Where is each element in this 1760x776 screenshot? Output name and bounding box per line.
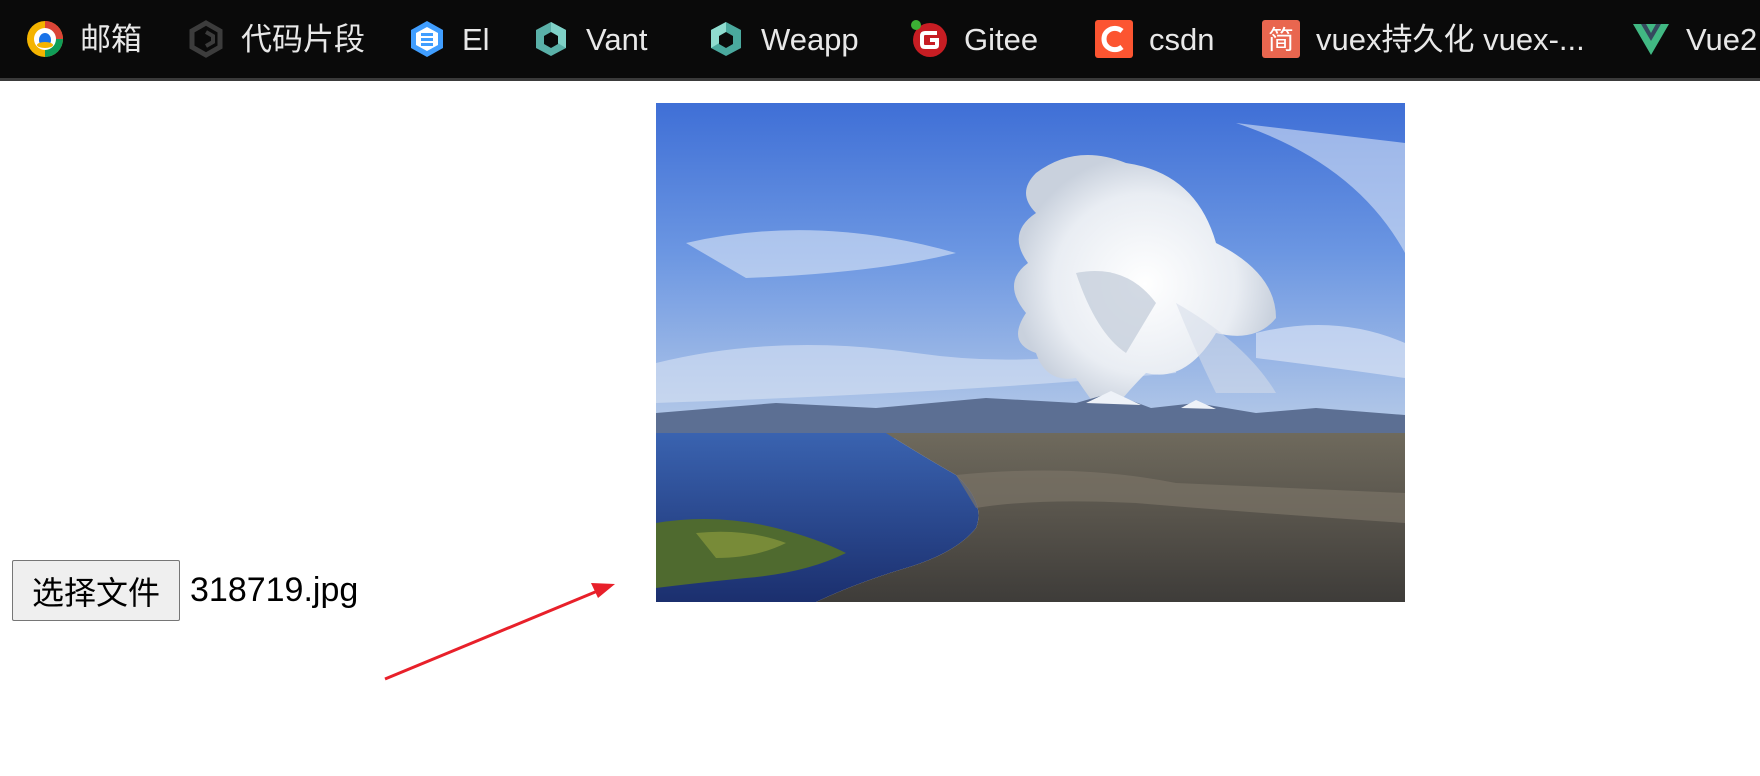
bookmark-vuex-persist[interactable]: 简 vuex持久化 vuex-... [1262, 0, 1585, 78]
vue-icon [1633, 24, 1669, 55]
bookmark-vant[interactable]: Vant [532, 0, 647, 78]
bookmark-gitee[interactable]: Gitee [910, 0, 1038, 78]
bookmark-label: Gitee [964, 21, 1039, 57]
code-snippet-icon [189, 20, 223, 58]
choose-file-button[interactable]: 选择文件 [12, 560, 181, 621]
bookmark-mail[interactable]: 邮箱 [26, 0, 142, 78]
page-content: 选择文件 318719.jpg [0, 81, 1760, 776]
arrow-head [591, 583, 615, 598]
bookmark-label: Weapp [761, 21, 859, 57]
bookmark-label: csdn [1149, 21, 1215, 57]
bookmark-label: El [462, 21, 490, 57]
file-input[interactable]: 选择文件 318719.jpg [12, 560, 358, 621]
bookmark-label: Vant [586, 21, 648, 57]
bookmark-label: 代码片段 [241, 21, 365, 57]
svg-text:简: 简 [1268, 26, 1294, 56]
bookmark-weapp[interactable]: Weapp [707, 0, 859, 78]
selected-file-name: 318719.jpg [190, 571, 359, 609]
bookmark-csdn[interactable]: csdn [1095, 0, 1214, 78]
gitee-icon [911, 20, 947, 57]
jianshu-icon: 简 [1262, 20, 1300, 58]
arrow-shaft [384, 588, 601, 681]
bookmark-label: Vue2 [1686, 21, 1758, 57]
image-preview [656, 103, 1405, 602]
bookmark-vue2[interactable]: Vue2 [1632, 0, 1757, 78]
vant-icon [536, 22, 566, 56]
element-ui-icon [411, 21, 443, 57]
bookmark-code-snippets[interactable]: 代码片段 [187, 0, 365, 78]
bookmark-label: vuex持久化 vuex-... [1316, 21, 1585, 57]
bookmarks-bar: 邮箱 代码片段 El Vant Weapp Gitee csdn 简 vuex持… [0, 0, 1760, 81]
bookmark-label: 邮箱 [80, 21, 142, 57]
bookmark-el[interactable]: El [408, 0, 490, 78]
qq-mail-icon [27, 21, 63, 57]
csdn-icon [1095, 20, 1133, 58]
weapp-icon [711, 22, 741, 56]
